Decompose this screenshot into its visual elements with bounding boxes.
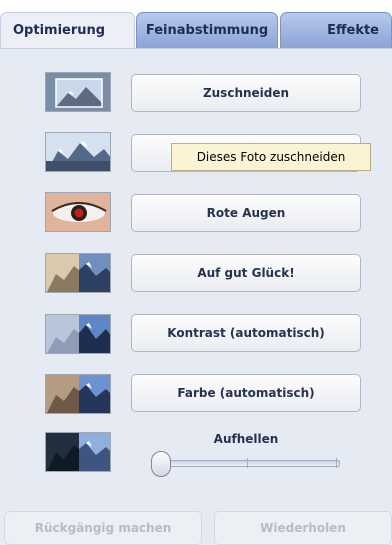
tab-feinabstimmung[interactable]: Feinabstimmung (136, 12, 278, 48)
crop-preview-thumbnail (45, 72, 111, 112)
crop-tooltip: Dieses Foto zuschneiden (171, 143, 371, 171)
slider-tick-mark (247, 458, 248, 468)
straighten-preview-thumbnail (45, 132, 111, 172)
color-thumbnail (45, 374, 111, 414)
brighten-thumbnail (45, 432, 111, 472)
auto-color-button[interactable]: Farbe (automatisch) (131, 374, 361, 412)
brighten-label: Aufhellen (213, 432, 279, 446)
undo-button[interactable]: Rückgängig machen (4, 511, 202, 545)
lucky-button[interactable]: Auf gut Glück! (131, 254, 361, 292)
contrast-thumbnail (45, 314, 111, 354)
brighten-slider-handle[interactable] (151, 451, 171, 477)
crop-button[interactable]: Zuschneiden (131, 74, 361, 112)
tab-bar: Optimierung Feinabstimmung Effekte (0, 0, 392, 48)
tab-optimierung[interactable]: Optimierung (0, 12, 135, 48)
brighten-slider-track[interactable] (160, 460, 340, 467)
lucky-thumbnail (45, 253, 111, 293)
red-eye-thumbnail (45, 192, 111, 232)
auto-contrast-button[interactable]: Kontrast (automatisch) (131, 314, 361, 352)
redo-button[interactable]: Wiederholen (214, 511, 392, 545)
red-eye-button[interactable]: Rote Augen (131, 194, 361, 232)
slider-tick-mark (336, 458, 337, 468)
tab-effekte[interactable]: Effekte (280, 12, 392, 48)
